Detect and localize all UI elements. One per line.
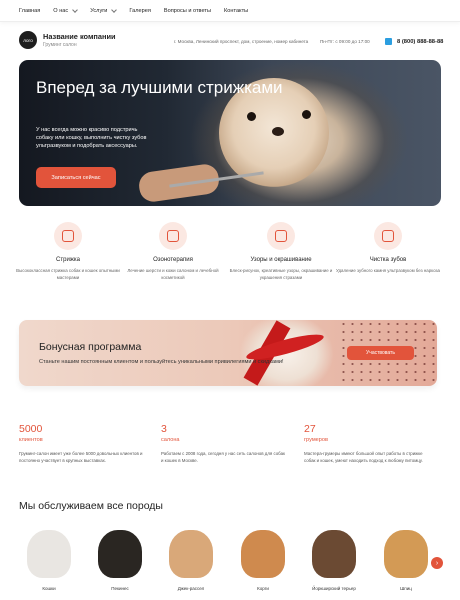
chevron-right-icon[interactable]: ›	[431, 557, 443, 569]
nav-item-services[interactable]: Услуги	[90, 6, 118, 14]
company-name: Название компании	[43, 32, 116, 41]
company-logo[interactable]: логo	[19, 31, 37, 49]
scissors-icon	[54, 222, 82, 250]
stat-number: 3	[161, 423, 167, 435]
book-now-button[interactable]: Записаться сейчас	[36, 167, 116, 188]
nav-item-gallery[interactable]: Галерея	[129, 8, 150, 14]
breed-card-jack-russell[interactable]: Джек-рассел	[161, 530, 221, 591]
chevron-down-icon	[111, 6, 118, 13]
phone-link[interactable]: 8 (800) 888-88-88	[397, 39, 443, 45]
breeds-title: Мы обслуживаем все породы	[19, 500, 163, 512]
stat-label: грумеров	[304, 437, 328, 443]
company-name-block: Название компании Груминг салон	[43, 32, 116, 48]
service-title: Чистка зубов	[369, 257, 407, 263]
tooth-icon	[374, 222, 402, 250]
breed-label: Корги	[257, 586, 269, 591]
service-ozone[interactable]: Озонотерапия Лечение шерсти и кожи салон…	[113, 222, 233, 281]
dog-eye-right	[302, 110, 311, 119]
hero-title: Вперед за лучшими стрижками	[36, 78, 283, 97]
working-hours: Пн-Пт: с 09:00 до 17:00	[320, 39, 370, 44]
service-haircut[interactable]: Стрижка Высококлассная стрижка собак и к…	[8, 222, 128, 281]
dog-nose	[272, 127, 284, 136]
service-patterns[interactable]: Узоры и окрашивание Блеск-рисунок, креат…	[221, 222, 341, 281]
stat-groomers: 27 грумеров Мастера-грумеры имеют большо…	[304, 423, 429, 465]
bonus-subtitle: Станьте нашим постоянным клиентом и поль…	[39, 359, 284, 365]
breed-card-cats[interactable]: Кошки	[19, 530, 79, 591]
company-type: Груминг салон	[43, 42, 77, 48]
breed-photo	[169, 530, 213, 578]
service-desc: Лечение шерсти и кожи салоном и лечебной…	[127, 268, 219, 280]
address-text: г. Москва, Ленинский проспект, дом, стро…	[174, 39, 309, 44]
breed-label: Шпиц	[400, 586, 412, 591]
service-title: Стрижка	[56, 257, 80, 263]
service-teeth[interactable]: Чистка зубов Удаление зубного камня ульт…	[328, 222, 448, 275]
hero-subtitle: У нас всегда можно красиво подстричь соб…	[36, 127, 147, 150]
breed-photo	[312, 530, 356, 578]
breed-label: Йоркширский терьер	[312, 586, 356, 591]
bonus-banner: Бонусная программа Станьте нашим постоян…	[19, 320, 437, 386]
service-desc: Высококлассная стрижка собак и кошек опы…	[16, 268, 120, 280]
participate-button[interactable]: Участвовать	[347, 346, 414, 360]
stat-salons: 3 салона Работаем с 2008 года, сегодня у…	[161, 423, 286, 465]
services-section: Стрижка Высококлассная стрижка собак и к…	[0, 222, 460, 292]
service-desc: Блеск-рисунок, креативные узоры, окрашив…	[229, 268, 333, 280]
nav-item-home[interactable]: Главная	[19, 8, 40, 14]
site-header: логo Название компании Груминг салон г. …	[0, 22, 460, 58]
pattern-icon	[267, 222, 295, 250]
breed-photo	[98, 530, 142, 578]
stat-label: клиентов	[19, 437, 43, 443]
top-nav: Главная О нас Услуги Галерея Вопросы и о…	[0, 0, 460, 22]
breed-photo	[241, 530, 285, 578]
breed-card-spitz[interactable]: Шпиц	[376, 530, 436, 591]
service-title: Озонотерапия	[153, 257, 193, 263]
nav-item-faq[interactable]: Вопросы и ответы	[164, 8, 211, 14]
stat-clients: 5000 клиентов Груминг-салон имеет уже бо…	[19, 423, 144, 465]
chevron-down-icon	[72, 6, 79, 13]
stat-number: 5000	[19, 423, 43, 435]
nav-item-about[interactable]: О нас	[53, 6, 79, 14]
bonus-title: Бонусная программа	[39, 341, 142, 353]
dog-eye-left	[247, 112, 256, 121]
hero-banner: Вперед за лучшими стрижками У нас всегда…	[19, 60, 441, 206]
breed-photo	[384, 530, 428, 578]
telegram-icon[interactable]	[385, 38, 392, 45]
stat-desc: Работаем с 2008 года, сегодня у нас сеть…	[161, 451, 285, 463]
stat-desc: Мастера-грумеры имеют большой опыт работ…	[304, 451, 423, 463]
stat-desc: Груминг-салон имеет уже более 5000 довол…	[19, 451, 143, 463]
breed-photo	[27, 530, 71, 578]
breed-card-pekingese[interactable]: Пекинес	[90, 530, 150, 591]
stat-label: салона	[161, 437, 180, 443]
stat-number: 27	[304, 423, 316, 435]
breed-label: Кошки	[42, 586, 56, 591]
service-desc: Удаление зубного камня ультразвуком без …	[336, 268, 440, 273]
nav-item-contacts[interactable]: Контакты	[224, 8, 248, 14]
breed-card-corgi[interactable]: Корги	[233, 530, 293, 591]
breed-label: Джек-рассел	[177, 586, 205, 591]
breed-card-yorkshire[interactable]: Йоркширский терьер	[304, 530, 364, 591]
ozone-icon	[159, 222, 187, 250]
breed-label: Пекинес	[111, 586, 129, 591]
service-title: Узоры и окрашивание	[250, 257, 312, 263]
